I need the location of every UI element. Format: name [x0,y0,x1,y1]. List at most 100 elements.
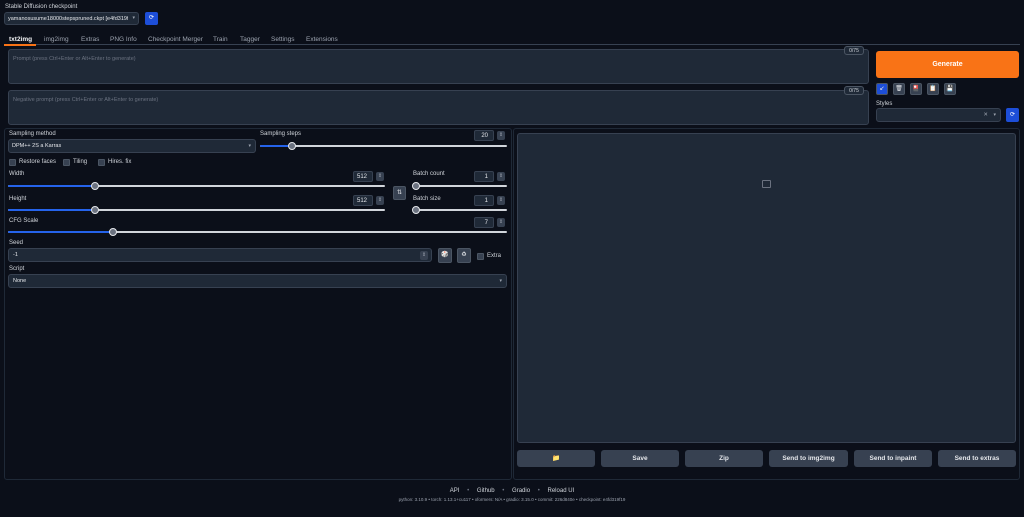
negative-prompt-placeholder: Negative prompt (press Ctrl+Enter or Alt… [13,97,159,103]
clear-prompt-button[interactable]: 🗑 [893,83,905,95]
hires-fix-label: Hires. fix [108,159,132,165]
reuse-seed-button[interactable]: ♻ [457,248,471,263]
tab-settings[interactable]: Settings [271,36,295,43]
prompt-textarea[interactable]: Prompt (press Ctrl+Enter or Alt+Enter to… [8,49,869,84]
active-tab-indicator [4,44,36,46]
height-spinner[interactable]: ⇕ [376,196,384,205]
show-extra-networks-button[interactable]: 🎴 [910,83,922,95]
width-spinner[interactable]: ⇕ [376,172,384,181]
footer-separator: • [502,488,505,494]
tab-extras[interactable]: Extras [81,36,99,43]
tab-checkpoint-merger[interactable]: Checkpoint Merger [148,36,203,43]
clear-icon[interactable]: ✕ [983,112,988,118]
cfg-scale-slider[interactable] [8,228,507,236]
batch-size-label: Batch size [413,196,441,202]
clipboard-icon: 📋 [929,86,937,92]
slider-thumb[interactable] [412,182,420,190]
extra-seed-checkbox[interactable] [477,253,484,260]
swap-vertical-icon: ⇅ [396,190,403,196]
height-slider[interactable] [8,206,385,214]
slider-thumb[interactable] [412,206,420,214]
extra-seed-label: Extra [487,253,502,259]
refresh-icon: ⟳ [1009,112,1016,118]
refresh-checkpoint-button[interactable]: ⟳ [145,12,158,25]
checkpoint-select[interactable]: yamanosusume18000stepspruned.ckpt [e4fd3… [4,12,139,25]
batch-count-slider[interactable] [412,182,507,190]
zip-button[interactable]: Zip [685,450,763,467]
width-slider[interactable] [8,182,385,190]
api-link[interactable]: API [450,488,460,494]
tab-img2img[interactable]: img2img [44,36,69,43]
checkpoint-label: Stable Diffusion checkpoint [5,4,78,10]
sampling-steps-slider[interactable] [260,142,507,150]
seed-input[interactable]: -1 ⇕ [8,248,432,262]
reload-ui-link[interactable]: Reload UI [548,488,575,494]
seed-value: -1 [13,252,18,258]
slider-thumb[interactable] [90,182,99,190]
chevron-down-icon: ▾ [499,278,502,284]
width-input[interactable]: 512 [353,171,373,182]
apply-style-button[interactable]: 📋 [927,83,939,95]
cfg-scale-input[interactable]: 7 [474,217,494,228]
send-to-inpaint-button[interactable]: Send to inpaint [854,450,932,467]
restore-faces-checkbox[interactable] [9,159,16,166]
chevron-down-icon: ▾ [993,112,996,118]
output-gallery [517,133,1016,443]
swap-dimensions-button[interactable]: ⇅ [393,186,406,200]
github-link[interactable]: Github [477,488,495,494]
cfg-scale-spinner[interactable]: ⇕ [497,218,505,227]
refresh-styles-button[interactable]: ⟳ [1006,108,1019,122]
batch-count-label: Batch count [413,171,445,177]
batch-count-input[interactable]: 1 [474,171,494,182]
read-params-button[interactable]: ↙ [876,83,888,95]
tabs-divider [4,44,1020,45]
tab-train[interactable]: Train [213,36,228,43]
footer-links: API • Github • Gradio • Reload UI [0,488,1024,494]
sampling-steps-spinner[interactable]: ⇕ [497,131,505,140]
negative-prompt-token-counter: 0/75 [844,86,864,95]
tab-txt2img[interactable]: txt2img [9,36,32,43]
batch-size-input[interactable]: 1 [474,195,494,206]
chevron-down-icon: ▾ [248,143,251,149]
tiling-checkbox[interactable] [63,159,70,166]
generate-button[interactable]: Generate [876,51,1019,78]
styles-select[interactable]: ✕ ▾ [876,108,1001,122]
save-icon: 💾 [946,86,954,92]
image-placeholder-icon [762,180,771,188]
tab-png-info[interactable]: PNG Info [110,36,137,43]
script-select[interactable]: None ▾ [8,274,507,288]
save-style-button[interactable]: 💾 [944,83,956,95]
open-folder-button[interactable]: 📁 [517,450,595,467]
seed-spinner[interactable]: ⇕ [420,251,428,260]
folder-icon: 📁 [551,455,561,462]
footer-separator: • [537,488,540,494]
script-value: None [13,278,27,284]
chevron-down-icon: ▾ [132,15,135,21]
height-input[interactable]: 512 [353,195,373,206]
sampling-steps-label: Sampling steps [260,131,302,137]
batch-count-spinner[interactable]: ⇕ [497,172,505,181]
slider-thumb[interactable] [108,228,117,236]
send-to-img2img-button[interactable]: Send to img2img [769,450,848,467]
hires-fix-checkbox[interactable] [98,159,105,166]
send-to-extras-button[interactable]: Send to extras [938,450,1016,467]
batch-size-spinner[interactable]: ⇕ [497,196,505,205]
tab-tagger[interactable]: Tagger [240,36,260,43]
batch-size-slider[interactable] [412,206,507,214]
sampling-method-select[interactable]: DPM++ 2S a Karras ▾ [8,139,256,153]
slider-thumb[interactable] [90,206,99,214]
gradio-link[interactable]: Gradio [512,488,530,494]
save-button[interactable]: Save [601,450,679,467]
tab-extensions[interactable]: Extensions [306,36,338,43]
settings-panel [4,128,512,480]
footer-separator: • [467,488,470,494]
checkpoint-value: yamanosusume18000stepspruned.ckpt [e4fd3… [8,16,128,22]
refresh-icon: ⟳ [148,15,155,21]
sampling-steps-input[interactable]: 20 [474,130,494,141]
height-label: Height [9,196,27,202]
cfg-scale-label: CFG Scale [9,218,39,224]
dice-icon: 🎲 [441,252,449,258]
sampling-method-value: DPM++ 2S a Karras [12,143,62,149]
random-seed-button[interactable]: 🎲 [438,248,452,263]
negative-prompt-textarea[interactable]: Negative prompt (press Ctrl+Enter or Alt… [8,90,869,125]
